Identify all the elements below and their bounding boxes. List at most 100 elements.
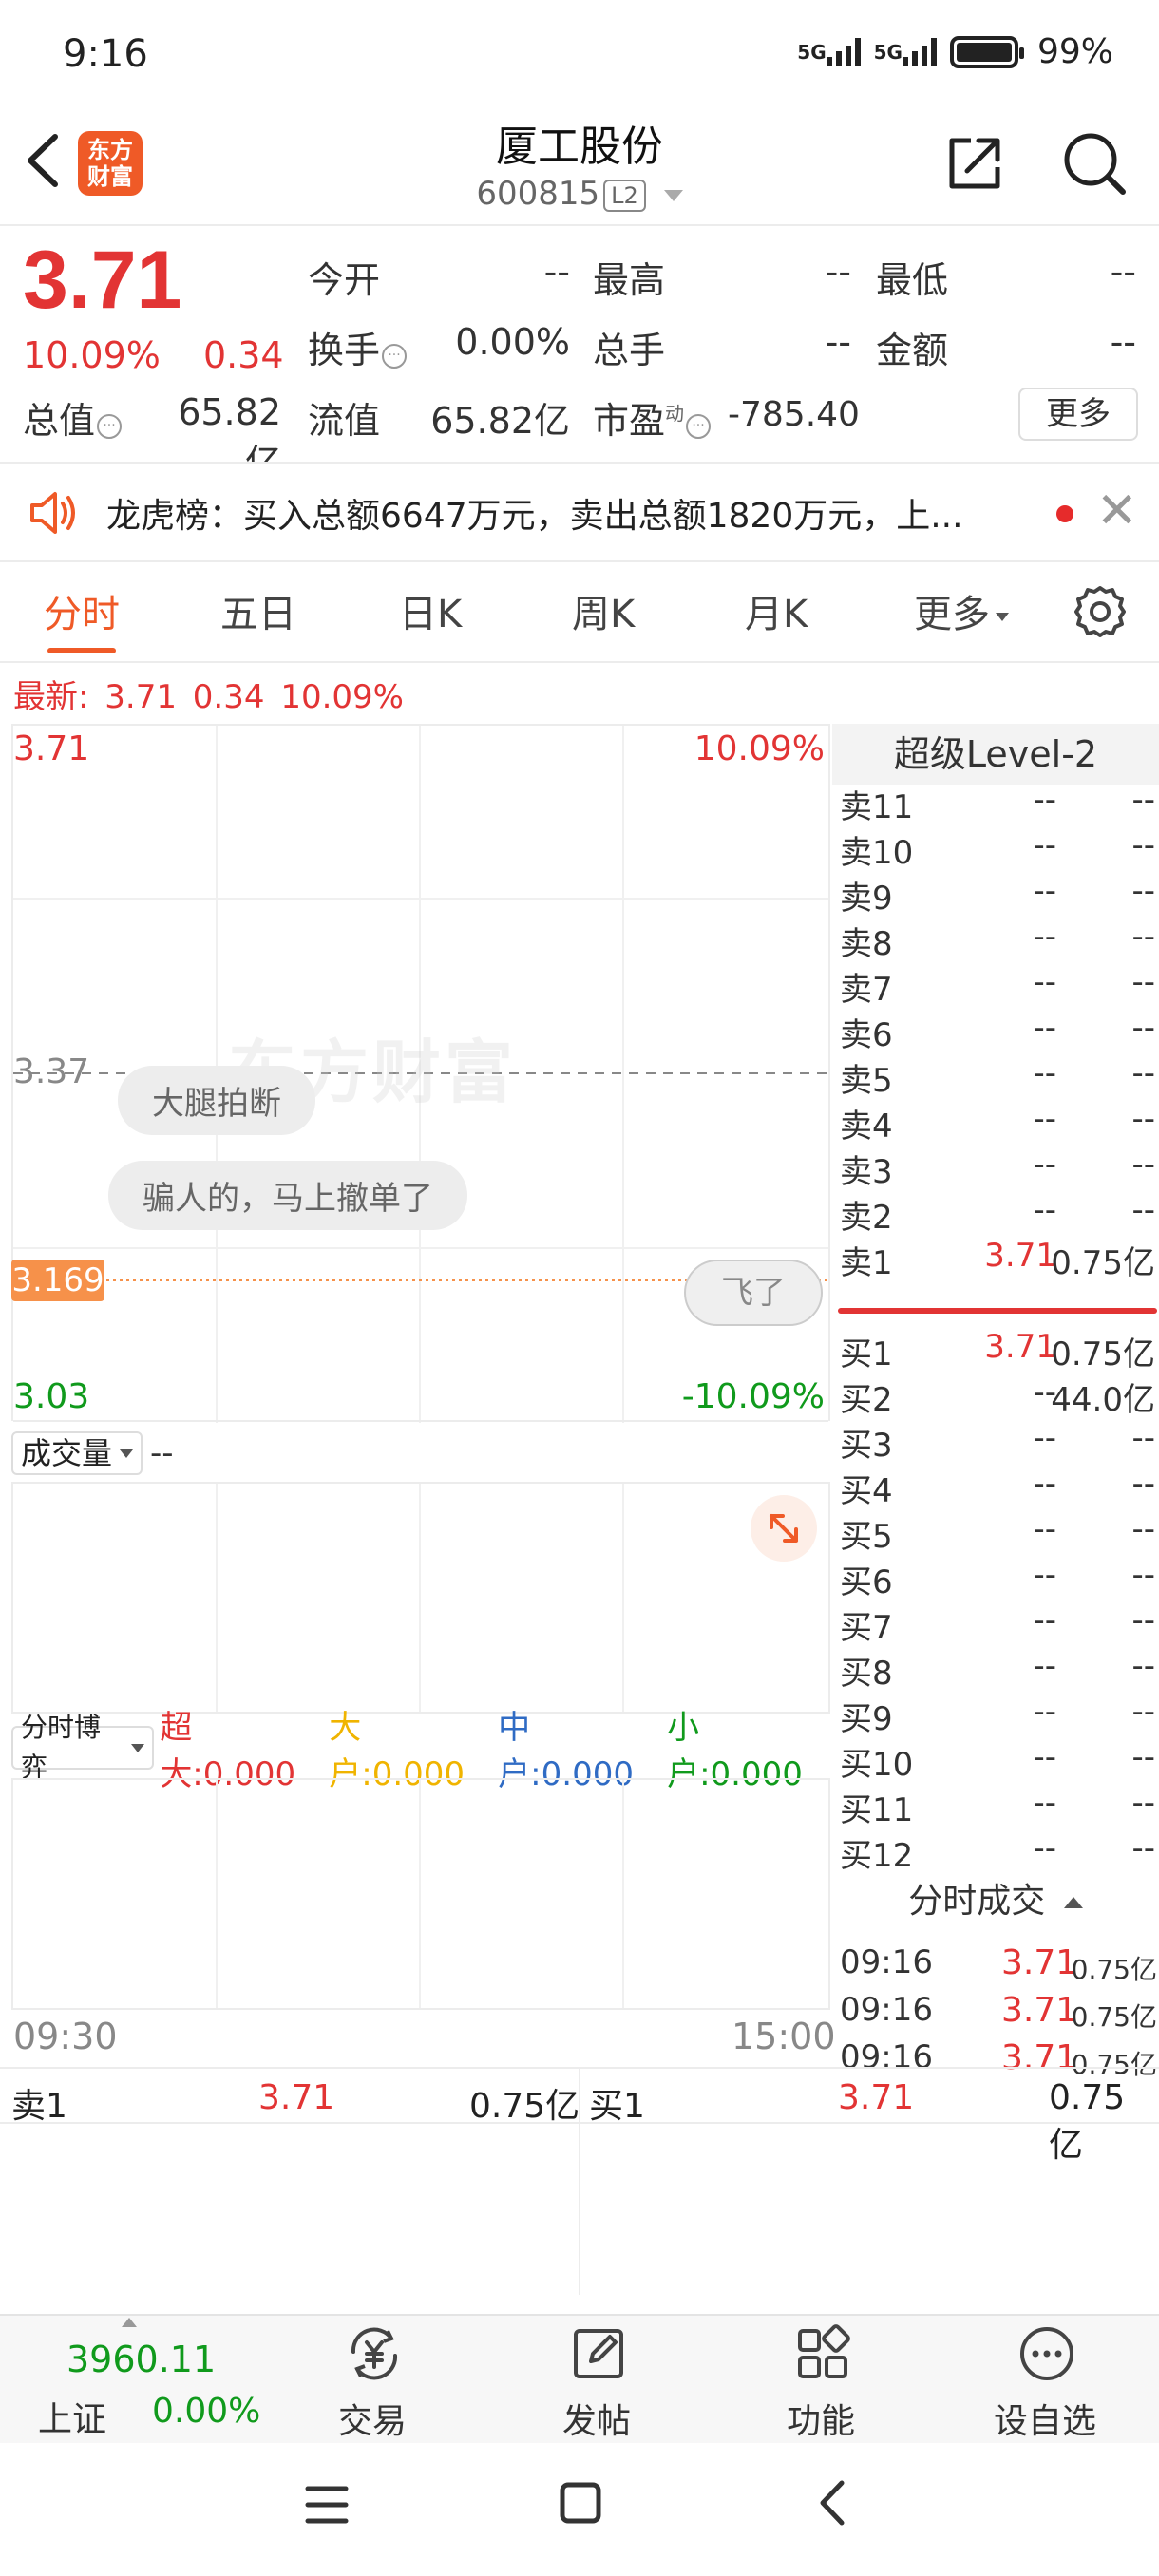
- flow-indicator-selector[interactable]: 分时博弈: [11, 1712, 155, 1783]
- caret-up-icon: [1063, 1897, 1083, 1908]
- tick-trades-title[interactable]: 分时成交: [832, 1871, 1159, 1932]
- chart-settings-button[interactable]: [1072, 583, 1129, 640]
- market-cap-label[interactable]: 总值 ···: [23, 391, 123, 444]
- caret-down-icon: [996, 612, 1009, 621]
- battery-level: 99%: [1036, 32, 1113, 71]
- bid-row[interactable]: 买1 3.71 0.75亿: [840, 1328, 1155, 1373]
- nav-post[interactable]: 发帖: [502, 2314, 692, 2443]
- ask-row[interactable]: 卖1 3.71 0.75亿: [840, 1237, 1155, 1282]
- tab-monthly-k[interactable]: 月K: [745, 583, 808, 638]
- bid-row[interactable]: 买3 -- --: [840, 1419, 1155, 1465]
- tab-more[interactable]: 更多: [914, 583, 1009, 638]
- volume-chart[interactable]: [11, 1482, 830, 1714]
- level-label: 买1: [840, 1335, 893, 1373]
- stock-header: 东方 财富 厦工股份 600815 L2: [0, 104, 1159, 226]
- bid-row[interactable]: 买9 -- --: [840, 1693, 1155, 1738]
- search-button[interactable]: [1060, 129, 1129, 198]
- nav-trade[interactable]: 交易: [277, 2314, 467, 2443]
- level-volume: --: [1131, 918, 1155, 956]
- ask-row[interactable]: 卖10 -- --: [840, 826, 1155, 872]
- comment-bubble[interactable]: 骗人的，马上撤单了: [108, 1161, 467, 1230]
- index-name[interactable]: 上证: [38, 2392, 106, 2441]
- back-nav-button[interactable]: [813, 2477, 851, 2532]
- level-volume: --: [1131, 1510, 1155, 1548]
- tab-daily-k[interactable]: 日K: [399, 583, 462, 638]
- bid-row[interactable]: 买11 -- --: [840, 1784, 1155, 1829]
- more-fields-button[interactable]: 更多: [1018, 388, 1138, 441]
- level-price: 3.71: [984, 1237, 1056, 1275]
- ask-row[interactable]: 卖2 -- --: [840, 1191, 1155, 1237]
- amount-value: --: [1110, 321, 1136, 363]
- high-label: 最高: [593, 259, 666, 301]
- close-notice-button[interactable]: ✕: [1096, 483, 1138, 540]
- capital-flow-chart[interactable]: [11, 1778, 830, 2010]
- volume-value: --: [825, 321, 851, 363]
- level-label: 卖4: [840, 1108, 893, 1146]
- capital-flow-header: 分时博弈 超大:0.000 大户:0.000 中户:0.000 小户:0.000: [11, 1709, 830, 1793]
- pe-label[interactable]: 市盈动···: [593, 391, 712, 444]
- y-top-price: 3.71: [13, 729, 90, 768]
- level-label: 卖6: [840, 1016, 893, 1054]
- level-volume: --: [1131, 872, 1155, 910]
- level-price: --: [1033, 826, 1056, 864]
- level-price: --: [1033, 1784, 1056, 1822]
- ask-row[interactable]: 卖5 -- --: [840, 1054, 1155, 1100]
- level-price: --: [1033, 1647, 1056, 1685]
- notice-banner[interactable]: 龙虎榜：买入总额6647万元，卖出总额1820万元，上... ✕: [0, 464, 1159, 562]
- y-top-percent: 10.09%: [694, 729, 825, 768]
- pe-value: -785.40: [728, 395, 860, 434]
- level-volume: --: [1131, 1784, 1155, 1822]
- best-bid-volume: 0.75亿: [1049, 2078, 1126, 2165]
- ask-row[interactable]: 卖7 -- --: [840, 963, 1155, 1009]
- bid-row[interactable]: 买12 -- --: [840, 1829, 1155, 1875]
- indicator-selector[interactable]: 成交量: [11, 1431, 143, 1475]
- tab-five-day[interactable]: 五日: [220, 583, 296, 638]
- bid-row[interactable]: 买6 -- --: [840, 1556, 1155, 1601]
- ask-row[interactable]: 卖11 -- --: [840, 781, 1155, 826]
- tab-weekly-k[interactable]: 周K: [572, 583, 635, 638]
- ask-row[interactable]: 卖3 -- --: [840, 1146, 1155, 1191]
- bid-row[interactable]: 买8 -- --: [840, 1647, 1155, 1693]
- nav-functions[interactable]: 功能: [726, 2314, 916, 2443]
- ask-row[interactable]: 卖9 -- --: [840, 872, 1155, 918]
- level-label: 买5: [840, 1518, 893, 1556]
- level-volume: --: [1131, 1100, 1155, 1138]
- caret-down-icon: [120, 1449, 134, 1458]
- turnover-label[interactable]: 换手 ···: [308, 321, 408, 373]
- change-amount: 0.34: [203, 334, 284, 376]
- ask-row[interactable]: 卖8 -- --: [840, 918, 1155, 963]
- menu-button[interactable]: [302, 2481, 352, 2532]
- level-volume: 0.75亿: [1051, 1335, 1155, 1373]
- level-price: --: [1033, 1510, 1056, 1548]
- index-value[interactable]: 3960.11: [66, 2339, 216, 2380]
- bid-row[interactable]: 买4 -- --: [840, 1465, 1155, 1510]
- cursor-price-tag: 3.169: [11, 1260, 104, 1301]
- comment-bubble[interactable]: 大腿拍断: [118, 1066, 315, 1135]
- menu-icon: [305, 2486, 349, 2524]
- volume-grid: [216, 1484, 624, 1712]
- trade-price: 3.71: [1001, 1991, 1078, 2030]
- tab-intraday[interactable]: 分时: [44, 583, 120, 638]
- level-label: 卖3: [840, 1153, 893, 1191]
- more-dots-icon: [1020, 2327, 1074, 2380]
- bid-row[interactable]: 买5 -- --: [840, 1510, 1155, 1556]
- comment-send-button[interactable]: 飞了: [684, 1260, 823, 1326]
- home-button[interactable]: [557, 2479, 604, 2530]
- turnover-value: 0.00%: [455, 321, 570, 363]
- ask-row[interactable]: 卖4 -- --: [840, 1100, 1155, 1146]
- ask-row[interactable]: 卖6 -- --: [840, 1009, 1155, 1054]
- current-price: 3.71: [23, 235, 182, 326]
- bid-row[interactable]: 买2 -- 44.0亿: [840, 1373, 1155, 1419]
- share-button[interactable]: [944, 133, 1005, 194]
- caret-down-icon: [663, 189, 683, 201]
- level-label: 卖5: [840, 1062, 893, 1100]
- level-price: --: [1033, 1009, 1056, 1047]
- bid-row[interactable]: 买7 -- --: [840, 1601, 1155, 1647]
- nav-add-watchlist[interactable]: 设自选: [950, 2314, 1140, 2443]
- index-percent[interactable]: 0.00%: [152, 2392, 260, 2431]
- status-time: 9:16: [63, 32, 148, 76]
- bid-row[interactable]: 买10 -- --: [840, 1738, 1155, 1784]
- order-book-title[interactable]: 超级Level-2: [832, 724, 1159, 785]
- level-volume: --: [1131, 1054, 1155, 1092]
- expand-chart-button[interactable]: [750, 1495, 817, 1562]
